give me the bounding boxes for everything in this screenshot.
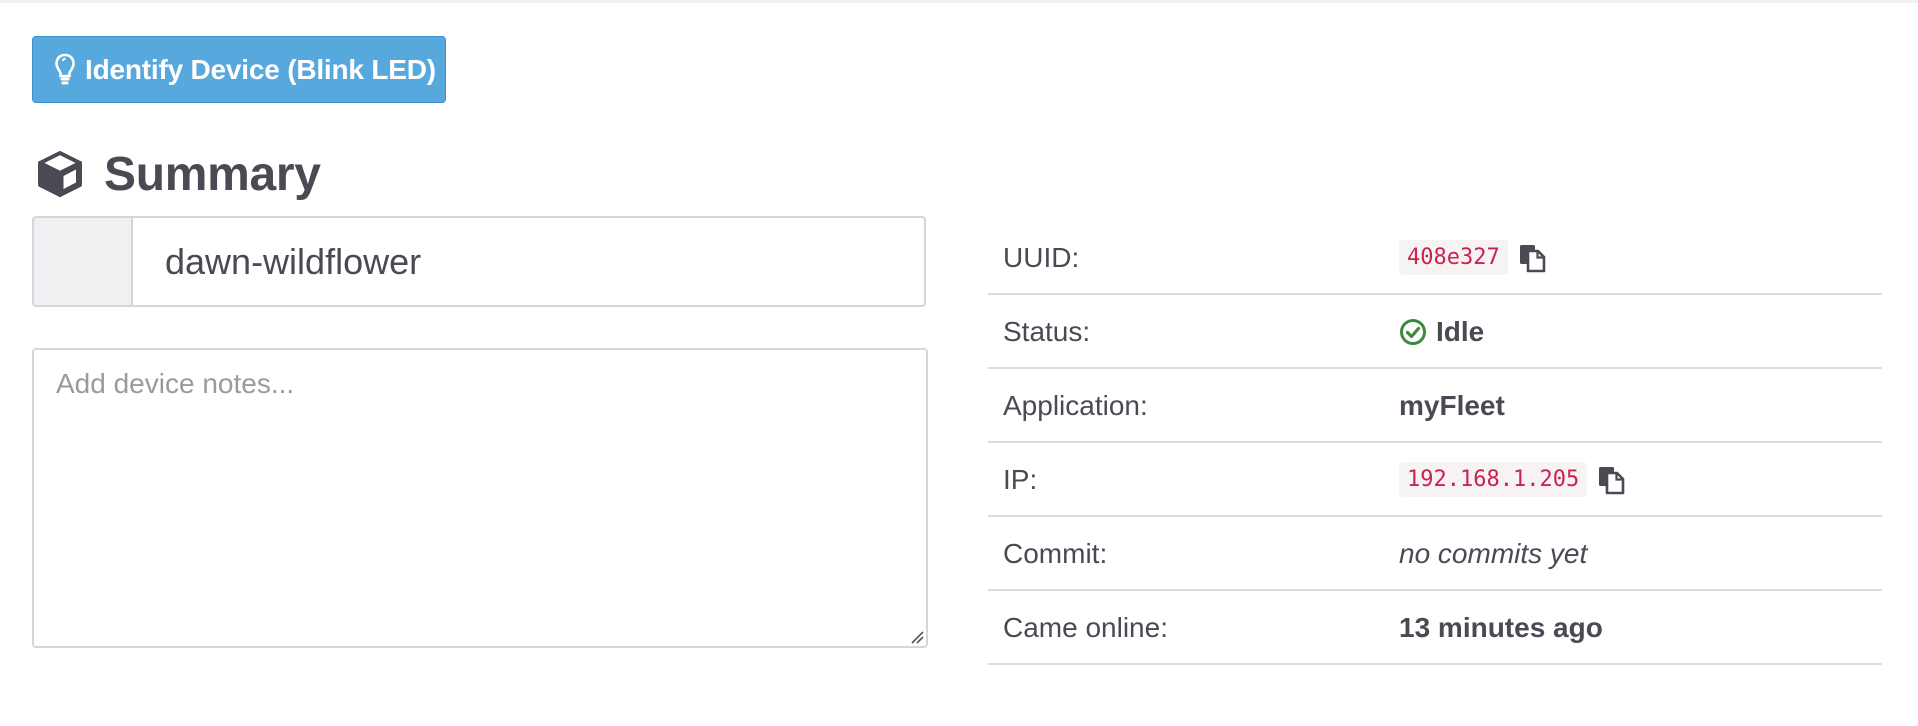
info-row-ip: IP: 192.168.1.205 xyxy=(988,444,1882,517)
info-row-application: Application: myFleet xyxy=(988,370,1882,443)
device-name[interactable]: dawn-wildflower xyxy=(133,218,924,305)
summary-title: Summary xyxy=(104,147,321,201)
check-circle-icon xyxy=(1399,318,1427,346)
device-summary-page: Identify Device (Blink LED) Summary dawn… xyxy=(0,0,1918,726)
textarea-resize-grip[interactable] xyxy=(910,630,924,644)
device-notes-field[interactable] xyxy=(32,348,928,648)
uuid-label: UUID: xyxy=(1003,241,1080,273)
ip-value: 192.168.1.205 xyxy=(1399,462,1588,497)
status-value-cell: Idle xyxy=(1399,316,1882,348)
info-row-came-online: Came online: 13 minutes ago xyxy=(988,592,1882,665)
ip-value-cell: 192.168.1.205 xyxy=(1399,462,1882,497)
status-label: Status: xyxy=(1003,315,1091,347)
cube-icon xyxy=(36,150,84,198)
came-online-label: Came online: xyxy=(1003,611,1168,643)
application-label: Application: xyxy=(1003,389,1148,421)
ip-label: IP: xyxy=(1003,463,1038,495)
device-avatar xyxy=(34,218,133,305)
copy-uuid-icon[interactable] xyxy=(1518,243,1548,273)
device-name-box[interactable]: dawn-wildflower xyxy=(32,216,926,307)
info-row-commit: Commit: no commits yet xyxy=(988,518,1882,591)
came-online-value: 13 minutes ago xyxy=(1399,611,1603,643)
device-info-table: UUID: 408e327 Status: Idle Application: … xyxy=(988,222,1882,666)
commit-label: Commit: xyxy=(1003,537,1108,569)
summary-heading: Summary xyxy=(36,144,321,204)
status-value: Idle xyxy=(1436,315,1485,347)
lightbulb-icon xyxy=(55,53,75,87)
identify-device-button[interactable]: Identify Device (Blink LED) xyxy=(32,36,446,103)
commit-value: no commits yet xyxy=(1399,537,1588,569)
info-row-uuid: UUID: 408e327 xyxy=(988,222,1882,295)
info-row-status: Status: Idle xyxy=(988,296,1882,369)
uuid-value-cell: 408e327 xyxy=(1399,240,1882,275)
copy-ip-icon[interactable] xyxy=(1597,465,1627,495)
identify-device-label: Identify Device (Blink LED) xyxy=(85,53,436,85)
top-divider xyxy=(0,0,1918,3)
application-value: myFleet xyxy=(1399,389,1505,421)
uuid-value: 408e327 xyxy=(1399,240,1508,275)
